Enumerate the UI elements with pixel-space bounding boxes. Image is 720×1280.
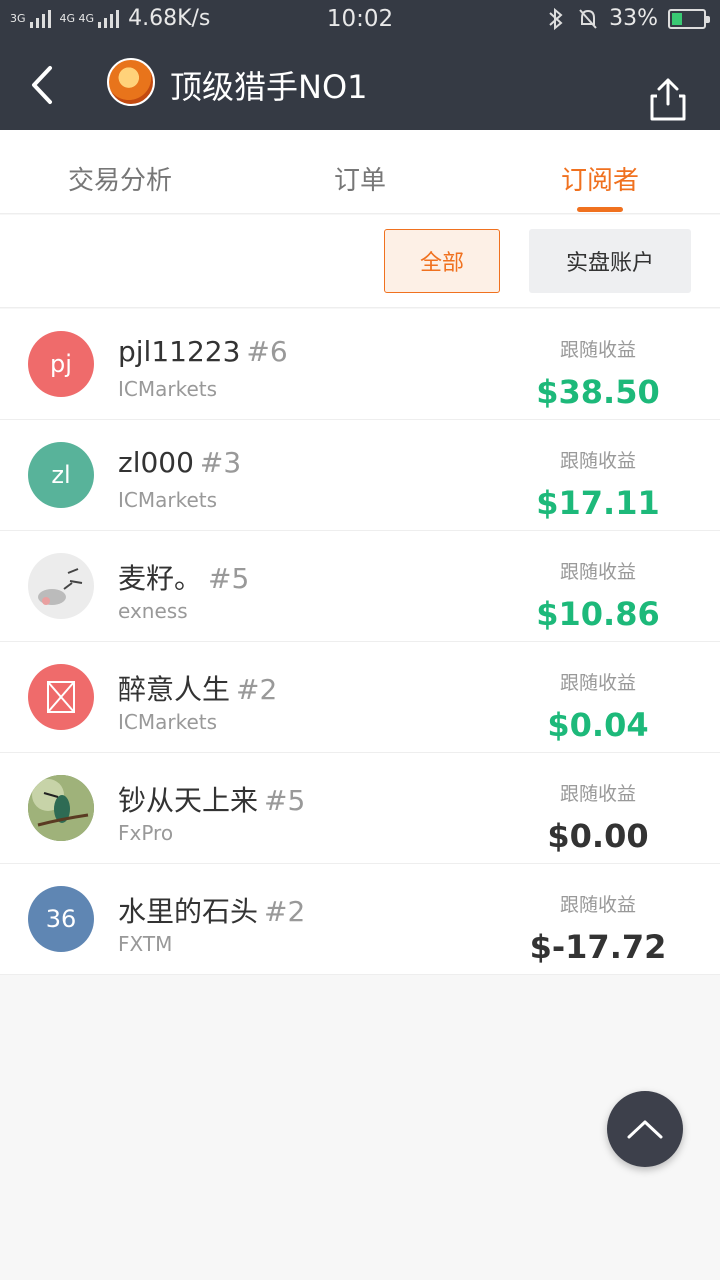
- subscriber-username: zl000: [118, 446, 194, 479]
- filter-all-button[interactable]: 全部: [384, 229, 500, 293]
- subscriber-row[interactable]: 钞从天上来 #5 FxPro 跟随收益 $0.00: [0, 753, 720, 864]
- subscriber-name: 麦籽。 #5: [118, 557, 249, 597]
- filter-bar: 全部 实盘账户: [0, 215, 720, 308]
- subscriber-avatar: 36: [28, 886, 94, 952]
- tab-bar: 交易分析 订单 订阅者: [0, 130, 720, 214]
- subscriber-row[interactable]: pj pjl11223 #6 ICMarkets 跟随收益 $38.50: [0, 309, 720, 420]
- subscriber-avatar: [28, 775, 94, 841]
- share-icon: [650, 78, 686, 121]
- follow-profit-amount: $0.04: [547, 706, 649, 744]
- follow-profit-label: 跟随收益: [559, 894, 636, 916]
- follow-profit-amount: $0.00: [547, 817, 649, 855]
- filter-real-account-button[interactable]: 实盘账户: [529, 229, 691, 293]
- subscriber-rank: #2: [236, 673, 278, 706]
- active-tab-indicator: [577, 207, 623, 212]
- subscriber-username: 钞从天上来: [118, 784, 259, 817]
- status-right: 33%: [545, 6, 710, 31]
- subscriber-name: 钞从天上来 #5: [118, 779, 305, 819]
- subscriber-username: pjl11223: [118, 335, 241, 368]
- subscriber-avatar: pj: [28, 331, 94, 397]
- broken-image-icon: [47, 681, 75, 713]
- tab-trade-analysis[interactable]: 交易分析: [0, 160, 240, 197]
- status-bar: 3G 4G 4G 4.68K/s 10:02 33%: [0, 0, 720, 38]
- subscriber-row[interactable]: 醉意人生 #2 ICMarkets 跟随收益 $0.04: [0, 642, 720, 753]
- subscriber-name: 水里的石头 #2: [118, 890, 305, 930]
- battery-icon: [668, 8, 710, 29]
- bluetooth-icon: [549, 7, 563, 30]
- hummingbird-image: [28, 775, 94, 841]
- scroll-to-top-button[interactable]: [607, 1091, 683, 1167]
- follow-profit-label: 跟随收益: [559, 450, 636, 472]
- page-title: 顶级猎手NO1: [170, 68, 368, 106]
- subscriber-broker: ICMarkets: [118, 488, 218, 512]
- subscriber-username: 醉意人生: [118, 673, 231, 706]
- subscriber-rank: #5: [264, 784, 306, 817]
- subscriber-rank: #5: [208, 562, 250, 595]
- subscriber-avatar: [28, 553, 94, 619]
- subscriber-avatar: zl: [28, 442, 94, 508]
- subscriber-name: 醉意人生 #2: [118, 668, 277, 708]
- share-button[interactable]: [648, 76, 688, 122]
- follow-profit-amount: $17.11: [536, 484, 660, 522]
- subscriber-broker: exness: [118, 599, 188, 623]
- subscriber-username: 水里的石头: [118, 895, 259, 928]
- tab-orders[interactable]: 订单: [240, 160, 480, 197]
- back-button[interactable]: [20, 60, 64, 110]
- subscriber-broker: FXTM: [118, 932, 173, 956]
- subscriber-name: zl000 #3: [118, 446, 241, 479]
- subscriber-avatar: [28, 664, 94, 730]
- tab-subscribers[interactable]: 订阅者: [480, 160, 720, 197]
- subscriber-row[interactable]: 36 水里的石头 #2 FXTM 跟随收益 $-17.72: [0, 864, 720, 975]
- battery-percent: 33%: [609, 6, 658, 31]
- battery-level: [672, 12, 682, 25]
- mute-bell-icon: [579, 8, 597, 29]
- follow-profit-label: 跟随收益: [559, 339, 636, 361]
- follow-profit-amount: $38.50: [536, 373, 660, 411]
- subscriber-username: 麦籽。: [118, 562, 203, 595]
- chevron-up-icon: [627, 1120, 663, 1139]
- subscriber-list: pj pjl11223 #6 ICMarkets 跟随收益 $38.50 zl zl000 #3…: [0, 309, 720, 975]
- follow-profit-label: 跟随收益: [559, 672, 636, 694]
- ink-painting-image: [38, 568, 83, 605]
- subscriber-name: pjl11223 #6: [118, 335, 288, 368]
- subscriber-row[interactable]: 麦籽。 #5 exness 跟随收益 $10.86: [0, 531, 720, 642]
- avatar-initials: zl: [51, 461, 71, 489]
- follow-profit-amount: $10.86: [536, 595, 660, 633]
- trader-avatar: [107, 58, 155, 106]
- avatar-initials: 36: [45, 905, 77, 933]
- subscriber-rank: #6: [246, 335, 288, 368]
- subscriber-row[interactable]: zl zl000 #3 ICMarkets 跟随收益 $17.11: [0, 420, 720, 531]
- follow-profit-amount: $-17.72: [529, 928, 667, 966]
- subscriber-broker: ICMarkets: [118, 377, 218, 401]
- subscriber-rank: #2: [264, 895, 306, 928]
- subscriber-rank: #3: [199, 446, 242, 479]
- top-header: 3G 4G 4G 4.68K/s 10:02 33% 顶级猎手NO1: [0, 0, 720, 130]
- subscriber-broker: FxPro: [118, 821, 174, 845]
- follow-profit-label: 跟随收益: [559, 561, 636, 583]
- avatar-initials: pj: [50, 350, 72, 378]
- follow-profit-label: 跟随收益: [559, 783, 636, 805]
- subscriber-broker: ICMarkets: [118, 710, 218, 734]
- chevron-left-icon: [32, 66, 52, 104]
